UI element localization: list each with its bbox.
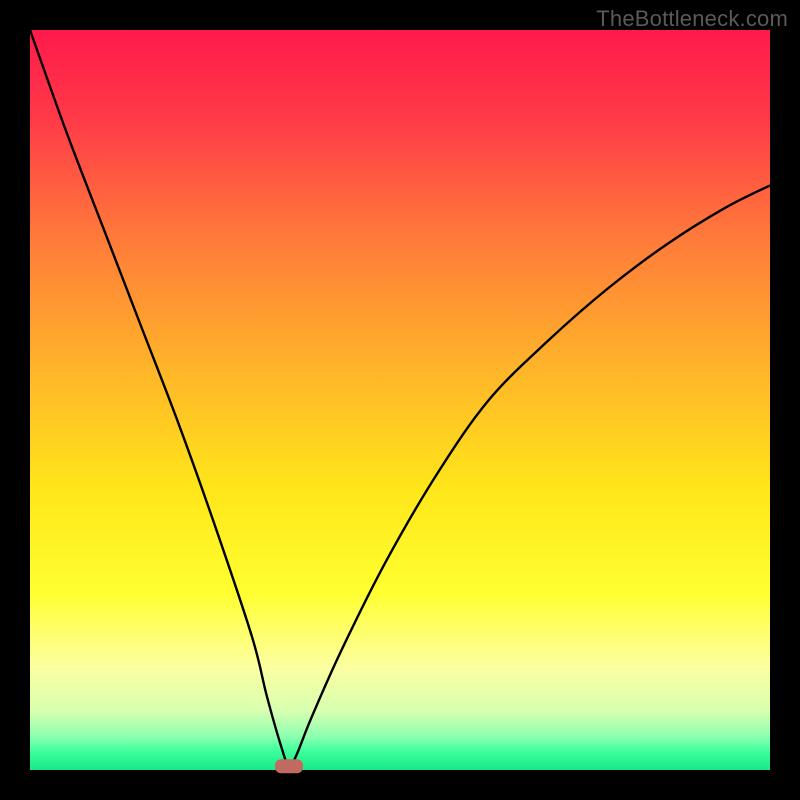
- chart-svg: [0, 0, 800, 800]
- optimum-marker: [275, 759, 303, 773]
- plot-background: [30, 30, 770, 770]
- bottleneck-chart: TheBottleneck.com: [0, 0, 800, 800]
- watermark-text: TheBottleneck.com: [596, 6, 788, 32]
